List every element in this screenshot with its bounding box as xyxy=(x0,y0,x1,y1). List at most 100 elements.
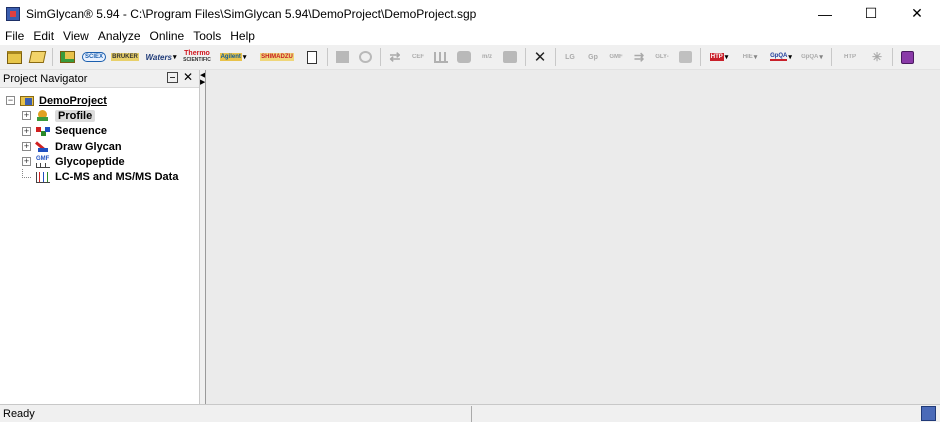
new-document-button[interactable] xyxy=(302,47,322,67)
export-button[interactable] xyxy=(332,47,352,67)
tree-item-label: Draw Glycan xyxy=(55,140,122,153)
status-bar: Ready xyxy=(0,404,940,422)
help-book-button[interactable] xyxy=(897,47,917,67)
fragment-icon xyxy=(503,51,517,63)
title-bar: SimGlycan® 5.94 - C:\Program Files\SimGl… xyxy=(0,0,940,27)
open-project-button[interactable] xyxy=(27,47,47,67)
status-app-icon xyxy=(921,406,936,421)
lg-button[interactable]: LG xyxy=(560,47,580,67)
menu-tools[interactable]: Tools xyxy=(188,29,225,43)
gpqa-batch-button[interactable]: GpQA ▾ xyxy=(798,47,826,67)
gly-label: GLY- xyxy=(655,54,669,60)
project-navigator-header: Project Navigator ✕ xyxy=(0,70,199,88)
tree-node-glycopeptide[interactable]: + GMF Glycopeptide xyxy=(0,154,199,169)
sciex-label: SCIEX xyxy=(81,52,106,62)
gpqa-label: GpQA xyxy=(770,53,788,61)
close-window-button[interactable]: ✕ xyxy=(894,0,940,27)
toolbar-separator xyxy=(555,48,556,66)
expand-toggle[interactable]: + xyxy=(22,142,31,152)
shimadzu-import-button[interactable]: SHIMADZU xyxy=(255,47,299,67)
project-folder-icon xyxy=(19,94,35,107)
gmf-label: GMF xyxy=(609,54,623,60)
close-panel-button[interactable]: ✕ xyxy=(183,70,193,84)
agilent-import-button[interactable]: Agilent ▾ xyxy=(214,47,252,67)
search-db-button[interactable] xyxy=(355,47,375,67)
hie-label: HIE xyxy=(742,54,753,60)
new-project-button[interactable] xyxy=(4,47,24,67)
gp-button[interactable]: Gp xyxy=(583,47,603,67)
gpqa-button[interactable]: GpQA ▾ xyxy=(767,47,795,67)
menu-view[interactable]: View xyxy=(58,29,93,43)
tree-root-label: DemoProject xyxy=(39,94,107,107)
settings-tool-button[interactable] xyxy=(675,47,695,67)
htp-label: HTP xyxy=(709,53,724,61)
delete-button[interactable]: ✕ xyxy=(530,47,550,67)
scientific-label: SCIENTIFIC xyxy=(183,57,211,63)
mz-button[interactable]: m/z xyxy=(477,47,497,67)
collapse-toggle[interactable]: − xyxy=(6,96,15,106)
cef-label: CEF xyxy=(412,54,424,60)
import-data-button[interactable] xyxy=(57,47,77,67)
lcms-data-icon xyxy=(35,171,51,184)
glycan-structure-button[interactable] xyxy=(454,47,474,67)
menu-analyze[interactable]: Analyze xyxy=(93,29,145,43)
simglycan-app-icon[interactable] xyxy=(6,6,20,21)
profile-icon xyxy=(35,109,51,122)
toolbar-separator xyxy=(892,48,893,66)
dropdown-arrow-icon: ▾ xyxy=(173,54,177,61)
tree-connector xyxy=(22,168,31,178)
busy-button[interactable]: ✳ xyxy=(867,47,887,67)
waters-import-button[interactable]: Waters ▾ xyxy=(142,47,180,67)
gpqa-batch-label: GpQA xyxy=(801,54,819,60)
expand-toggle[interactable]: + xyxy=(22,111,31,121)
export-icon xyxy=(335,51,349,63)
compare-button[interactable]: ⇄ xyxy=(385,47,405,67)
tree-node-profile[interactable]: + Profile xyxy=(0,108,199,123)
toolbar-separator xyxy=(831,48,832,66)
dropdown-arrow-icon: ▾ xyxy=(724,54,729,61)
thermo-import-button[interactable]: Thermo SCIENTIFIC xyxy=(183,47,211,67)
tree-item-label: LC-MS and MS/MS Data xyxy=(55,171,179,184)
sciex-import-button[interactable]: SCIEX xyxy=(80,47,108,67)
dropdown-arrow-icon: ▾ xyxy=(242,54,247,61)
maximize-button[interactable]: ☐ xyxy=(848,0,894,27)
tree-node-sequence[interactable]: + Sequence xyxy=(0,124,199,139)
swap-arrows-icon: ⇄ xyxy=(389,49,401,64)
minimize-panel-button[interactable] xyxy=(167,72,178,83)
toolbar-separator xyxy=(327,48,328,66)
sequence-icon xyxy=(35,125,51,138)
dropdown-arrow-icon: ▾ xyxy=(819,54,823,61)
menu-online[interactable]: Online xyxy=(145,29,189,43)
main-toolbar: SCIEX BRUKER Waters ▾ Thermo SCIENTIFIC … xyxy=(0,45,940,70)
menu-edit[interactable]: Edit xyxy=(28,29,58,43)
tree-node-lcms-data[interactable]: LC-MS and MS/MS Data xyxy=(0,168,199,184)
spectrum-icon xyxy=(434,51,448,63)
toolbar-separator xyxy=(52,48,53,66)
gp-label: Gp xyxy=(588,53,598,61)
cef-button[interactable]: CEF xyxy=(408,47,428,67)
spinner-icon: ✳ xyxy=(871,50,883,64)
menu-help[interactable]: Help xyxy=(225,29,259,43)
fragment-button[interactable] xyxy=(500,47,520,67)
menu-file[interactable]: File xyxy=(0,29,28,43)
transfer-button[interactable]: ⇉ xyxy=(629,47,649,67)
bruker-label: BRUKER xyxy=(111,53,139,61)
minimize-button[interactable]: — xyxy=(802,0,848,27)
expand-toggle[interactable]: + xyxy=(22,126,31,136)
gmf-button[interactable]: GMF xyxy=(606,47,626,67)
gly-button[interactable]: GLY- xyxy=(652,47,672,67)
spectrum-button[interactable] xyxy=(431,47,451,67)
tree-node-root[interactable]: − DemoProject xyxy=(0,93,199,108)
project-navigator-panel: Project Navigator ✕ − DemoProject + Prof… xyxy=(0,70,200,404)
htp-gpqa-label: HTP xyxy=(844,54,856,60)
project-navigator-title: Project Navigator xyxy=(3,72,88,85)
hie-button[interactable]: HIE ▾ xyxy=(736,47,764,67)
lg-label: LG xyxy=(565,53,575,61)
expand-toggle[interactable]: + xyxy=(22,157,31,167)
project-tree: − DemoProject + Profile + Sequence + Dra… xyxy=(0,88,199,185)
tree-node-draw-glycan[interactable]: + Draw Glycan xyxy=(0,139,199,154)
toolbar-separator xyxy=(700,48,701,66)
bruker-import-button[interactable]: BRUKER xyxy=(111,47,139,67)
htp-gpqa-button[interactable]: HTP xyxy=(836,47,864,67)
htp-button[interactable]: HTP ▾ xyxy=(705,47,733,67)
